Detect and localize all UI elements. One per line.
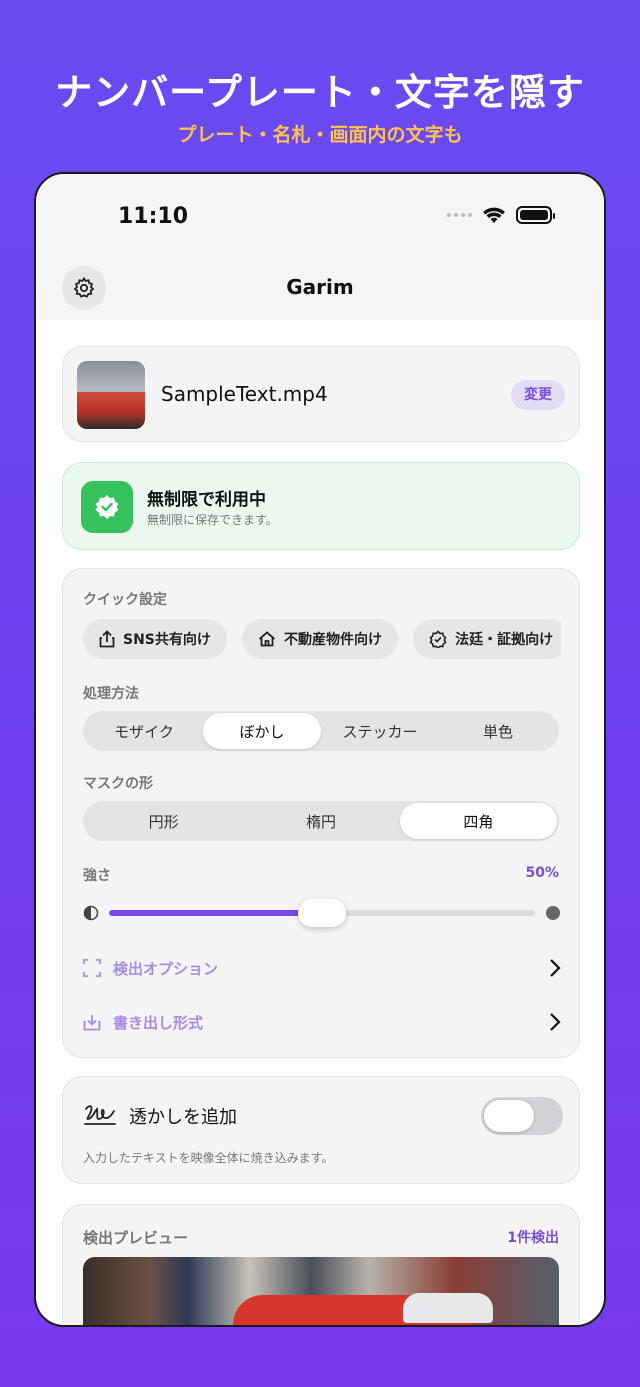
mask-shape-segmented-control[interactable]: 円形 楕円 四角 (83, 801, 559, 841)
watermark-title: 透かしを追加 (129, 1107, 237, 1128)
viewfinder-icon (83, 959, 101, 977)
chip-sns[interactable]: SNS共有向け (83, 619, 227, 659)
watermark-card: 透かしを追加 入力したテキストを映像全体に焼き込みます。 (62, 1076, 580, 1184)
preview-image (83, 1257, 559, 1325)
share-icon (99, 630, 115, 648)
method-mosaic[interactable]: モザイク (85, 713, 203, 749)
preview-label: 検出プレビュー (83, 1229, 189, 1247)
verified-badge-icon (81, 481, 133, 533)
strength-value: 50% (525, 865, 559, 881)
method-blur[interactable]: ぼかし (203, 713, 321, 749)
mask-shape-label: マスクの形 (83, 776, 153, 792)
app-title: Garim (286, 275, 354, 299)
quick-settings-row[interactable]: SNS共有向け 不動産物件向け 法廷・証拠向け (83, 619, 561, 661)
chip-label: SNS共有向け (123, 632, 211, 648)
hero-title: ナンバープレート・文字を隠す (55, 71, 585, 114)
phone-frame: 11:10 Garim SampleText.mp4 変更 無制限で利用中 無制… (34, 172, 606, 1327)
method-segmented-control[interactable]: モザイク ぼかし ステッカー 単色 (83, 711, 559, 751)
status-time: 11:10 (118, 204, 189, 229)
chevron-right-icon (550, 959, 561, 977)
quick-settings-label: クイック設定 (83, 592, 167, 608)
cellular-signal-icon (447, 213, 472, 217)
strength-label: 強さ (83, 868, 111, 884)
file-name: SampleText.mp4 (161, 382, 328, 406)
preview-car (403, 1293, 493, 1323)
slider-fill (109, 910, 322, 916)
status-icons (447, 206, 555, 224)
method-label: 処理方法 (83, 686, 139, 702)
shape-rectangle[interactable]: 四角 (399, 803, 557, 839)
watermark-subtitle: 入力したテキストを映像全体に焼き込みます。 (83, 1151, 334, 1165)
detection-preview-card: 検出プレビュー 1件検出 (62, 1204, 580, 1325)
toggle-knob (484, 1100, 534, 1132)
plan-status-card: 無制限で利用中 無制限に保存できます。 (62, 462, 580, 550)
chip-label: 法廷・証拠向け (455, 632, 554, 648)
export-format-label: 書き出し形式 (113, 1013, 204, 1032)
detect-options-row[interactable]: 検出オプション (83, 953, 561, 983)
video-thumbnail (77, 361, 145, 429)
wifi-icon (483, 207, 505, 223)
shape-ellipse[interactable]: 楕円 (242, 803, 399, 839)
shape-circle[interactable]: 円形 (85, 803, 242, 839)
download-icon (83, 1015, 101, 1031)
signature-icon (84, 1105, 116, 1125)
verified-icon (429, 630, 447, 648)
battery-icon (516, 206, 555, 224)
slider-thumb[interactable] (298, 899, 346, 927)
slider-track[interactable] (109, 899, 535, 927)
plan-subtitle: 無制限に保存できます。 (147, 513, 278, 527)
detection-count: 1件検出 (507, 1230, 559, 1246)
half-circle-icon (83, 905, 99, 921)
export-format-row[interactable]: 書き出し形式 (83, 1007, 561, 1037)
watermark-toggle[interactable] (481, 1097, 563, 1135)
change-file-button[interactable]: 変更 (511, 380, 565, 410)
method-solid[interactable]: 単色 (439, 713, 557, 749)
settings-card: クイック設定 SNS共有向け 不動産物件向け 法廷・証拠向け 処理方法 モザイク… (62, 568, 580, 1058)
method-sticker[interactable]: ステッカー (321, 713, 439, 749)
chip-real-estate[interactable]: 不動産物件向け (241, 619, 398, 659)
detect-options-label: 検出オプション (113, 959, 219, 978)
file-card: SampleText.mp4 変更 (62, 346, 580, 442)
chip-legal[interactable]: 法廷・証拠向け (413, 619, 561, 659)
chevron-right-icon (550, 1013, 561, 1031)
plan-title: 無制限で利用中 (147, 490, 266, 510)
top-bar: 11:10 Garim (36, 174, 604, 320)
house-icon (258, 631, 276, 647)
chip-label: 不動産物件向け (283, 632, 382, 648)
full-circle-icon (546, 906, 560, 920)
strength-slider[interactable] (83, 899, 561, 927)
hero-subtitle: プレート・名札・画面内の文字も (177, 124, 463, 146)
